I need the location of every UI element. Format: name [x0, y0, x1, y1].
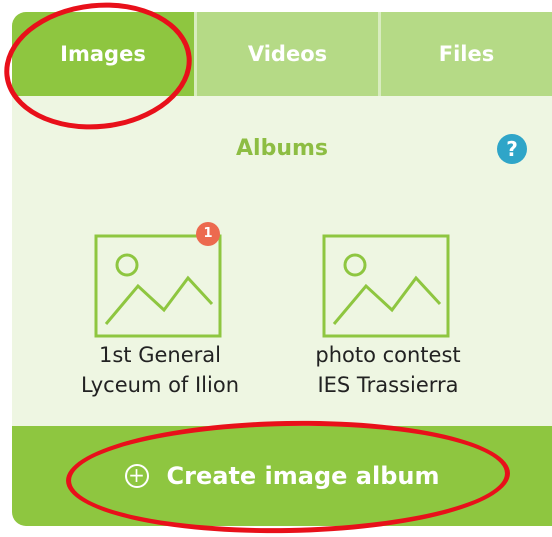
tab-videos[interactable]: Videos — [194, 12, 378, 96]
question-mark-icon[interactable]: ? — [497, 134, 527, 164]
albums-heading: Albums — [236, 136, 328, 161]
media-widget: Images Videos Files Albums ? 1 1st Gener… — [12, 12, 552, 526]
album-title-line2: Lyceum of Ilion — [80, 373, 240, 397]
image-placeholder-icon — [94, 234, 222, 338]
plus-circle-icon: + — [124, 464, 149, 488]
image-placeholder-icon — [322, 234, 450, 338]
album-title: photo contest IES Trassierra — [288, 340, 488, 400]
create-image-album-label: Create image album — [166, 462, 440, 490]
tab-files[interactable]: Files — [378, 12, 552, 96]
album-title-line1: photo contest — [315, 343, 461, 367]
album-title-line2: IES Trassierra — [317, 373, 459, 397]
tab-images[interactable]: Images — [12, 12, 194, 96]
album-title-line1: 1st General — [99, 343, 221, 367]
notification-badge: 1 — [196, 222, 220, 246]
album-title: 1st General Lyceum of Ilion — [60, 340, 260, 400]
create-image-album-button[interactable]: + Create image album — [12, 426, 552, 526]
media-tabs: Images Videos Files — [12, 12, 552, 96]
